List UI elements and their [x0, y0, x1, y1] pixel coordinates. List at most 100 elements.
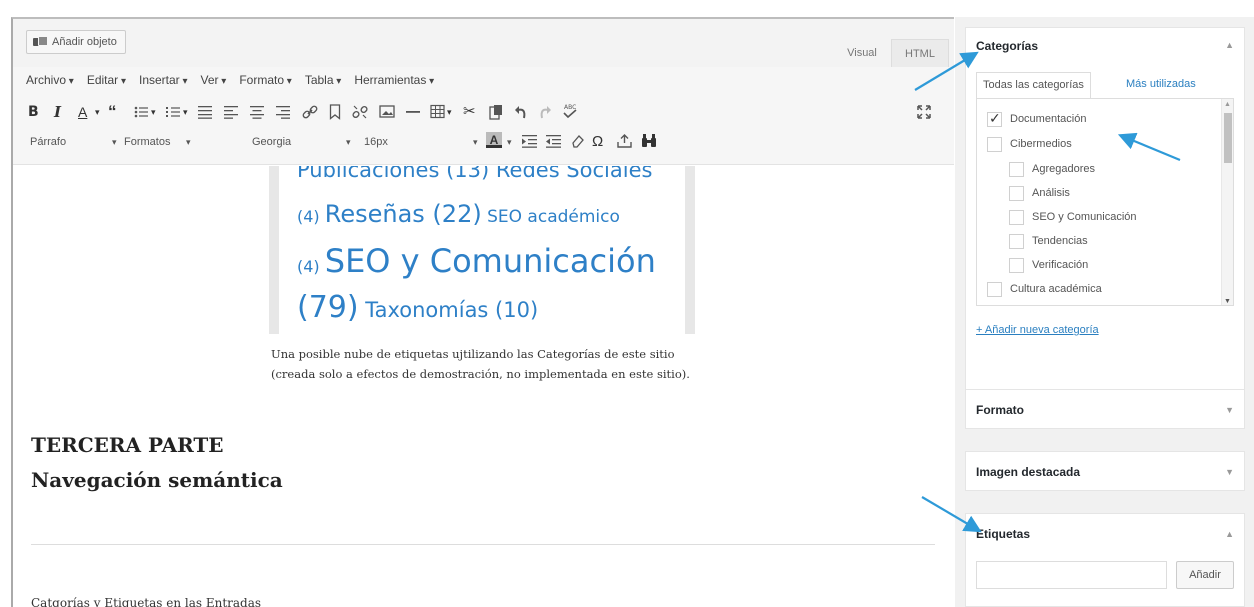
- category-checklist: Documentación Cibermedios Agregadores An…: [976, 98, 1234, 306]
- chevron-down-icon[interactable]: ▾: [447, 101, 452, 123]
- category-item[interactable]: Documentación: [987, 110, 1086, 127]
- bold-icon[interactable]: B: [28, 101, 39, 123]
- bookmark-icon[interactable]: [329, 104, 341, 120]
- font-family-select[interactable]: Georgia: [252, 131, 291, 153]
- scroll-up-icon[interactable]: ▲: [1224, 101, 1231, 108]
- paste-icon[interactable]: [489, 104, 503, 120]
- tab-html[interactable]: HTML: [891, 39, 949, 67]
- category-label: Verificación: [1032, 259, 1089, 271]
- add-new-category-link[interactable]: + Añadir nueva categoría: [976, 324, 1099, 336]
- tag-cloud-line: (4) Reseñas (22) SEO académico: [297, 200, 620, 228]
- toolbar-row-2: Párrafo ▾ Formatos ▾ Georgia ▾ 16px ▾ A …: [26, 129, 766, 155]
- align-center-icon[interactable]: [250, 105, 264, 119]
- category-scrollbar[interactable]: ▲ ▼: [1221, 99, 1233, 305]
- category-checkbox[interactable]: [987, 110, 1002, 127]
- format-title[interactable]: Formato: [976, 390, 1024, 426]
- tag-cloud-line: Publicaciones (13) Redes Sociales: [297, 166, 653, 182]
- category-tabs: Todas las categorías Más utilizadas: [976, 72, 1234, 99]
- fullscreen-icon[interactable]: [917, 105, 931, 119]
- category-checkbox[interactable]: [1009, 257, 1024, 273]
- featured-image-panel: Imagen destacada ▼: [965, 451, 1245, 491]
- menu-ver[interactable]: Ver: [201, 73, 227, 87]
- font-size-select[interactable]: 16px: [364, 131, 388, 153]
- upload-icon[interactable]: [617, 134, 632, 148]
- chevron-down-icon[interactable]: ▼: [1225, 405, 1234, 415]
- category-item[interactable]: Análisis: [1009, 185, 1070, 201]
- align-left-icon[interactable]: [224, 105, 238, 119]
- menu-insertar[interactable]: Insertar: [139, 73, 188, 87]
- chevron-down-icon[interactable]: ▼: [1225, 467, 1234, 477]
- chevron-down-icon[interactable]: ▾: [151, 101, 156, 123]
- indent-icon[interactable]: [522, 134, 537, 148]
- category-item[interactable]: SEO y Comunicación: [1009, 209, 1137, 225]
- spellcheck-icon[interactable]: ABC: [561, 102, 579, 120]
- chevron-down-icon[interactable]: ▾: [95, 101, 100, 123]
- scroll-down-icon[interactable]: ▼: [1224, 298, 1231, 305]
- category-checkbox[interactable]: [1009, 233, 1024, 249]
- menu-editar[interactable]: Editar: [87, 73, 126, 87]
- bg-color-icon[interactable]: A: [486, 132, 502, 148]
- undo-icon[interactable]: [514, 104, 528, 120]
- chevron-down-icon[interactable]: ▾: [507, 137, 512, 148]
- chevron-up-icon[interactable]: ▲: [1225, 529, 1234, 539]
- menu-herramientas[interactable]: Herramientas: [354, 73, 434, 87]
- numbered-list-icon[interactable]: [166, 105, 180, 119]
- outdent-icon[interactable]: [546, 134, 561, 148]
- tag-input[interactable]: [976, 561, 1167, 589]
- chevron-down-icon[interactable]: ▾: [112, 137, 117, 148]
- category-item[interactable]: Tendencias: [1009, 233, 1088, 249]
- category-label: Análisis: [1032, 187, 1070, 199]
- tag-cloud-count: (4): [297, 207, 325, 226]
- redo-icon[interactable]: [538, 104, 552, 120]
- blockquote-icon[interactable]: “: [108, 101, 117, 123]
- category-item[interactable]: Verificación: [1009, 257, 1088, 273]
- category-checkbox[interactable]: [987, 136, 1002, 152]
- text-color-icon[interactable]: A: [78, 101, 87, 123]
- chevron-down-icon[interactable]: ▾: [183, 101, 188, 123]
- add-tag-button[interactable]: Añadir: [1176, 561, 1234, 589]
- paragraph-text: Catgorías y Etiquetas en las Entradas: [31, 596, 262, 607]
- menu-tabla[interactable]: Tabla: [305, 73, 342, 87]
- category-checkbox[interactable]: [987, 281, 1002, 297]
- add-object-button[interactable]: Añadir objeto: [26, 30, 126, 54]
- chevron-down-icon[interactable]: ▾: [473, 137, 478, 148]
- binoculars-icon[interactable]: [641, 133, 657, 148]
- tab-visual[interactable]: Visual: [837, 39, 887, 67]
- cut-icon[interactable]: ✂: [463, 101, 476, 123]
- featured-image-title[interactable]: Imagen destacada: [976, 452, 1080, 488]
- scroll-thumb[interactable]: [1224, 113, 1232, 163]
- unlink-icon[interactable]: [352, 104, 368, 120]
- image-icon[interactable]: [379, 104, 395, 119]
- category-checkbox[interactable]: [1009, 209, 1024, 225]
- align-right-icon[interactable]: [276, 105, 290, 119]
- align-justify-icon[interactable]: [198, 105, 212, 119]
- category-label: Cultura académica: [1010, 283, 1102, 295]
- tag-cloud-term: SEO y Comunicación: [324, 242, 656, 280]
- category-item[interactable]: Agregadores: [1009, 161, 1095, 177]
- eraser-icon[interactable]: [571, 134, 585, 148]
- tag-cloud-line: (79) Taxonomías (10): [297, 290, 538, 325]
- chevron-down-icon[interactable]: ▾: [186, 137, 191, 148]
- category-checkbox[interactable]: [1009, 185, 1024, 201]
- omega-icon[interactable]: Ω: [592, 131, 603, 153]
- italic-icon[interactable]: I: [54, 101, 61, 123]
- chevron-up-icon[interactable]: ▲: [1225, 40, 1234, 50]
- chevron-down-icon[interactable]: ▾: [346, 137, 351, 148]
- category-item[interactable]: Cultura académica: [987, 281, 1102, 297]
- category-item[interactable]: Cibermedios: [987, 136, 1072, 152]
- formats-dropdown[interactable]: Formatos: [124, 131, 170, 153]
- menu-archivo[interactable]: Archivo: [26, 73, 74, 87]
- tab-all-categories[interactable]: Todas las categorías: [976, 72, 1091, 99]
- menu-formato[interactable]: Formato: [239, 73, 292, 87]
- paragraph-select[interactable]: Párrafo: [30, 131, 66, 153]
- bullet-list-icon[interactable]: [134, 105, 148, 119]
- category-checkbox[interactable]: [1009, 161, 1024, 177]
- categories-title[interactable]: Categorías: [976, 28, 1038, 64]
- tab-most-used[interactable]: Más utilizadas: [1126, 72, 1196, 98]
- horizontal-rule-icon[interactable]: [406, 110, 420, 114]
- tags-title[interactable]: Etiquetas: [976, 514, 1030, 550]
- link-icon[interactable]: [302, 104, 318, 120]
- table-icon[interactable]: [430, 104, 445, 119]
- editor-content[interactable]: Publicaciones (13) Redes Sociales (4) Re…: [13, 166, 954, 607]
- tags-panel: Etiquetas ▲ Añadir: [965, 513, 1245, 607]
